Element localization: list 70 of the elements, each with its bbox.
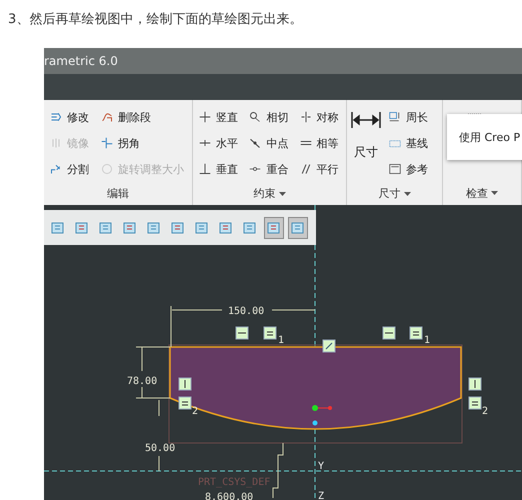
view-tool-icon [146, 220, 162, 236]
equal-constraint-icon[interactable] [178, 396, 192, 410]
caret-icon[interactable] [278, 192, 286, 196]
step-instruction: 3、然后再草绘视图中，绘制下面的草绘图元出来。 [7, 11, 304, 29]
tool-icon [387, 161, 403, 177]
ribbon-tool-button[interactable]: 基线 [387, 130, 438, 156]
group-label: 约束 [254, 186, 276, 201]
view-tool-icon [122, 220, 138, 236]
ribbon-tool-button[interactable]: 删除段 [99, 104, 188, 130]
dimension-button[interactable]: 尺寸 [351, 104, 381, 182]
equal-constraint-icon[interactable] [468, 396, 482, 410]
view-tool-icon [194, 220, 210, 236]
y-axis-label: Y [318, 461, 324, 472]
tool-icon [197, 109, 213, 125]
ribbon-tool-button[interactable]: 拐角 [99, 130, 188, 156]
caret-icon[interactable] [491, 191, 498, 195]
ribbon-tool-button[interactable]: 中点 [247, 130, 292, 156]
group-label: 检查 [466, 186, 488, 200]
constraint-index: 2 [192, 406, 198, 417]
sketch-profile[interactable] [169, 346, 462, 430]
width-dimension: 150.00 [228, 306, 264, 317]
view-tool-icon [266, 220, 282, 236]
constraint-index: 2 [482, 406, 488, 417]
ribbon-tool-button[interactable]: 重合 [247, 156, 292, 182]
equal-constraint-icon[interactable] [264, 326, 276, 340]
ribbon-tool-button[interactable]: 周长 [387, 104, 438, 130]
view-tool-icon [218, 220, 234, 236]
equal-constraint-icon[interactable] [410, 326, 422, 340]
window-title: rametric 6.0 [44, 48, 522, 74]
ribbon-tool-button[interactable]: 对称 [298, 104, 342, 130]
z-axis-label: Z [318, 491, 324, 500]
horizontal-constraint-icon[interactable] [382, 326, 396, 340]
ribbon-tool-button[interactable]: 相切 [247, 104, 292, 130]
ribbon-tool-button[interactable]: 相等 [298, 130, 342, 156]
view-tool-icon [242, 220, 258, 236]
vertical-constraint-icon[interactable] [178, 378, 192, 390]
ribbon-tool-button[interactable]: 竖直 [197, 104, 242, 130]
group-label: 编辑 [107, 186, 129, 201]
height-dimension: 78.00 [127, 376, 158, 387]
ribbon-tool-button[interactable]: 垂直 [197, 156, 242, 182]
view-tool-button[interactable] [288, 216, 308, 238]
view-tool-icon [290, 220, 306, 236]
tooltip: 使用 Creo P [447, 114, 522, 160]
vertical-constraint-icon[interactable] [468, 378, 482, 390]
tool-icon [99, 161, 115, 177]
coordinate-system-label: PRT_CSYS_DEF [198, 477, 270, 488]
constraint-index: 1 [278, 335, 284, 346]
radius-dimension: 8.600.00 [205, 492, 254, 500]
ribbon-tool-button[interactable]: 平行 [298, 156, 342, 182]
caret-icon[interactable] [404, 192, 410, 196]
ribbon-tool-button[interactable]: 参考 [387, 156, 438, 182]
group-label: 尺寸 [378, 186, 400, 201]
offset-dimension-line [158, 400, 160, 472]
ribbon-tool-button[interactable]: 修改 [48, 104, 93, 130]
view-tool-button[interactable] [264, 216, 284, 238]
view-tool-icon [98, 220, 114, 236]
view-tool-icon [170, 220, 186, 236]
tool-icon [99, 135, 115, 151]
ribbon-tool-button[interactable]: 水平 [197, 130, 242, 156]
offset-dimension: 50.00 [145, 443, 176, 454]
radius-dimension-line [272, 442, 284, 498]
view-tool-icon [50, 220, 66, 236]
constraint-index: 1 [424, 335, 430, 346]
ribbon-tool-button[interactable]: 分割 [48, 156, 93, 182]
sketch-point-icon[interactable] [322, 340, 336, 352]
horizontal-constraint-icon[interactable] [236, 326, 248, 340]
tool-icon [197, 161, 213, 177]
origin-axis-icon [312, 405, 332, 426]
view-tool-icon [74, 220, 90, 236]
dimension-arrow-icon [351, 110, 381, 130]
